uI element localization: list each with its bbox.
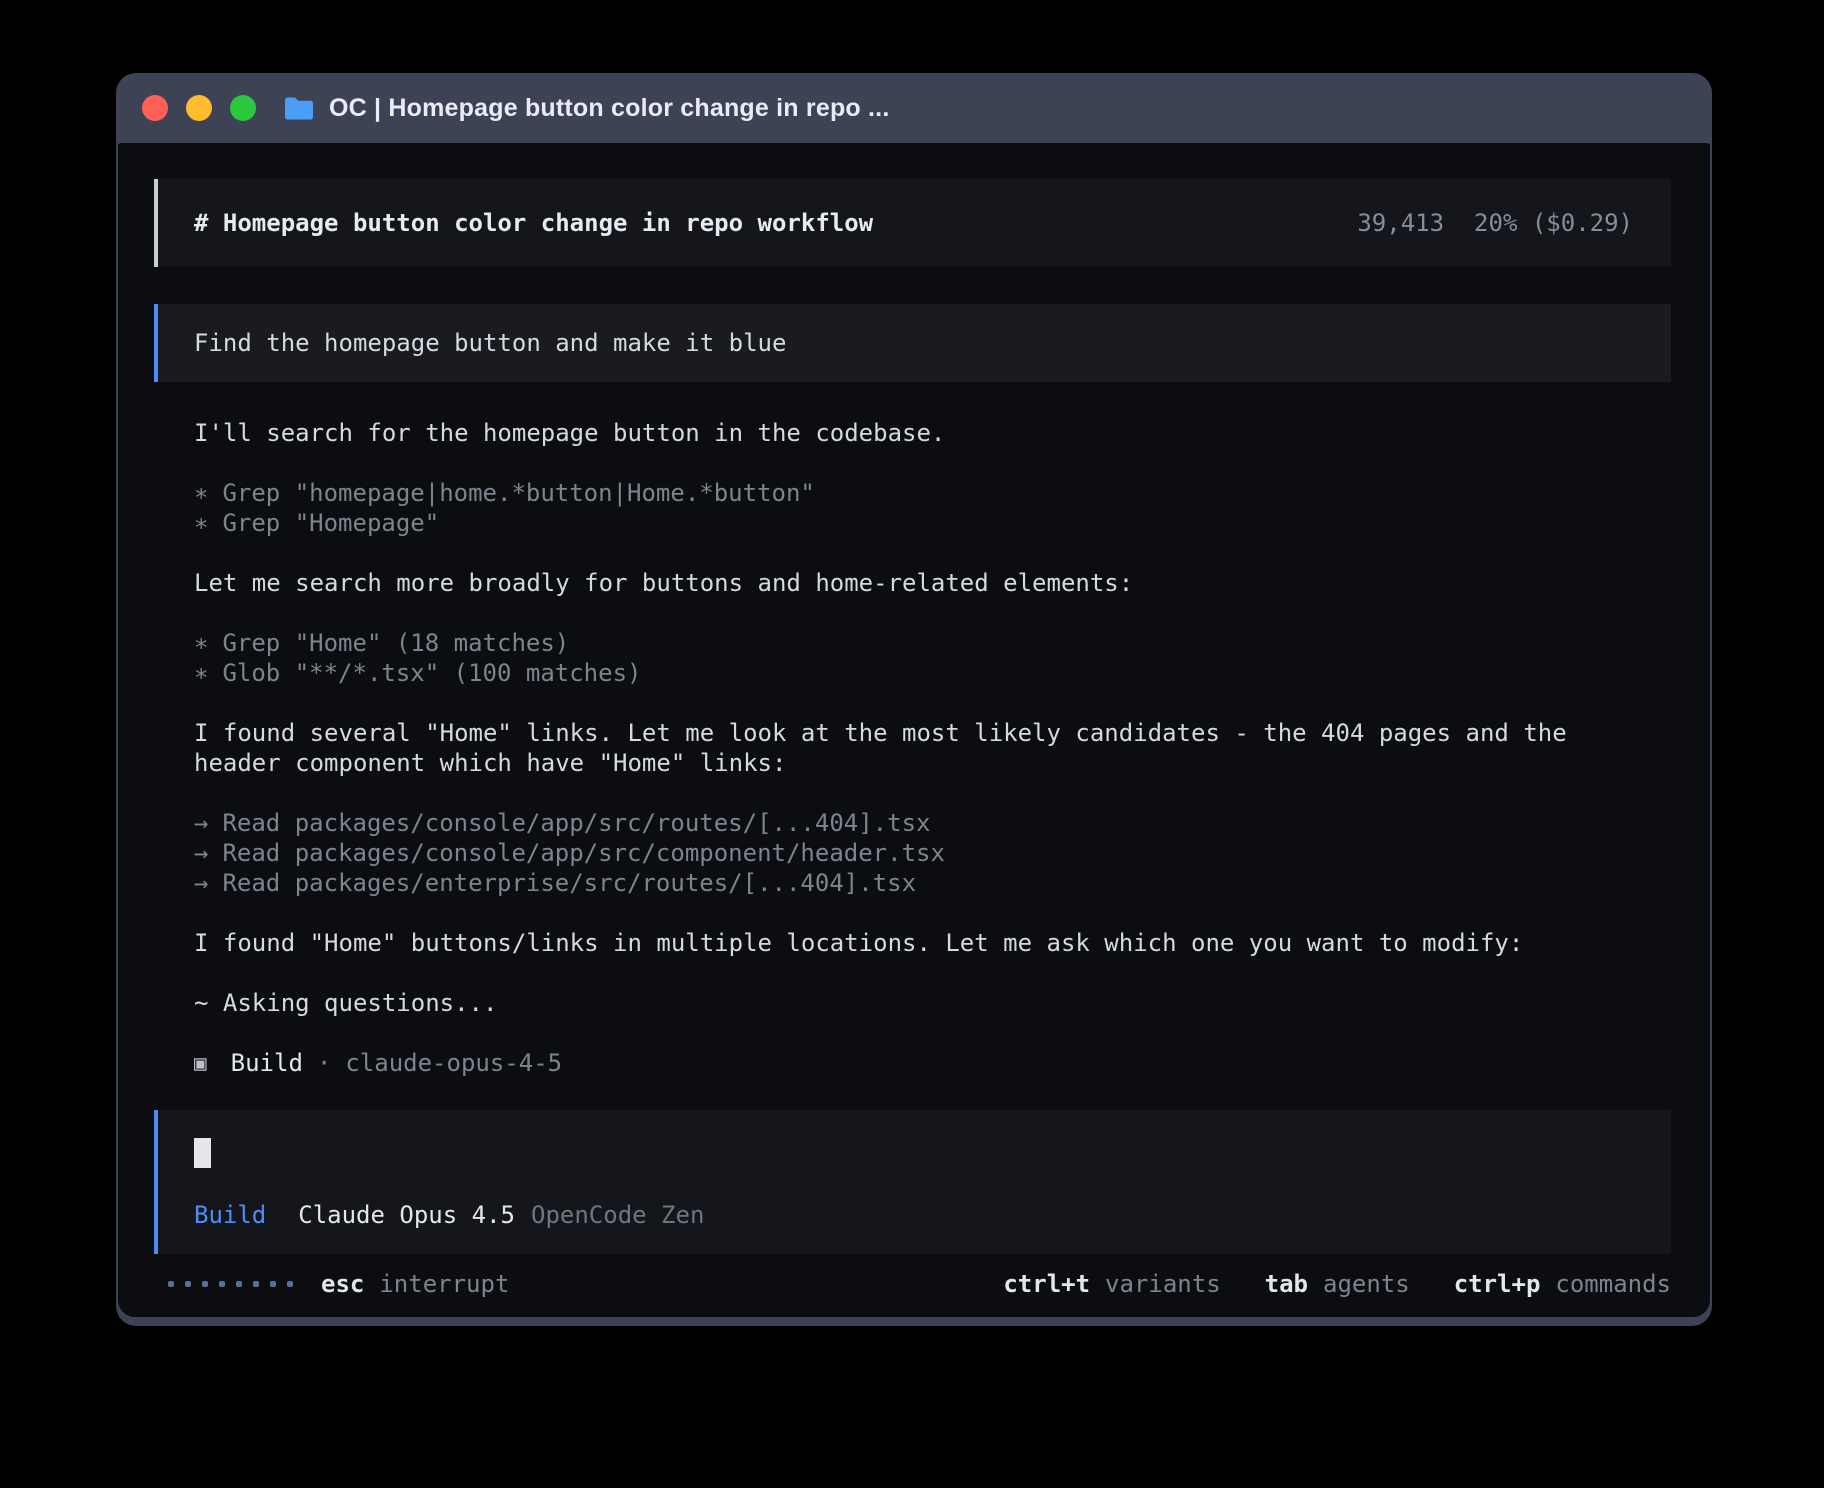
spinner-dot xyxy=(219,1281,225,1287)
tool-call-group: ∗ Grep "Home" (18 matches) ∗ Glob "**/*.ts… xyxy=(194,628,1611,688)
title-group: OC | Homepage button color change in rep… xyxy=(284,94,889,123)
tool-call: ∗ Grep "Home" (18 matches) xyxy=(194,628,1611,658)
assistant-text: Let me search more broadly for buttons a… xyxy=(194,568,1611,598)
tool-call: → Read packages/console/app/src/routes/[.… xyxy=(194,808,1611,838)
tool-call: ∗ Glob "**/*.tsx" (100 matches) xyxy=(194,658,1611,688)
shortcut-key: tab xyxy=(1265,1269,1308,1299)
conversation: I'll search for the homepage button in t… xyxy=(154,382,1671,1078)
shortcut-hints: ctrl+t variants tab agents ctrl+p comman… xyxy=(1003,1269,1671,1299)
prompt-input[interactable]: Build Claude Opus 4.5 OpenCode Zen xyxy=(154,1110,1671,1254)
spinner-dot xyxy=(287,1281,293,1287)
spinner-dot xyxy=(168,1281,174,1287)
spinner-dot xyxy=(202,1281,208,1287)
tool-call-text: Read packages/console/app/src/routes/[..… xyxy=(222,809,930,837)
tool-call: → Read packages/enterprise/src/routes/[..… xyxy=(194,868,1611,898)
interrupt-hint: esc interrupt xyxy=(321,1269,509,1299)
tool-bullet-icon: ∗ xyxy=(194,658,208,688)
agent-row: ▣ Build · claude-opus-4-5 xyxy=(194,1048,1611,1078)
esc-label: interrupt xyxy=(379,1269,509,1299)
text-cursor xyxy=(194,1138,211,1168)
spinner-dot xyxy=(185,1281,191,1287)
read-arrow-icon: → xyxy=(194,808,208,838)
tool-call-text: Grep "Home" (18 matches) xyxy=(222,629,569,657)
tool-call-text: Read packages/enterprise/src/routes/[...… xyxy=(222,869,916,897)
close-button[interactable] xyxy=(142,95,168,121)
shortcut-key: ctrl+t xyxy=(1003,1269,1090,1299)
read-arrow-icon: → xyxy=(194,838,208,868)
window-title: OC | Homepage button color change in rep… xyxy=(329,94,889,123)
tool-call-text: Glob "**/*.tsx" (100 matches) xyxy=(222,659,641,687)
tool-call-group: → Read packages/console/app/src/routes/[.… xyxy=(194,808,1611,898)
tool-call: ∗ Grep "homepage|home.*button|Home.*butto… xyxy=(194,478,1611,508)
model-label: Claude Opus 4.5 xyxy=(298,1200,515,1230)
terminal-window: OC | Homepage button color change in rep… xyxy=(116,73,1712,1326)
tool-bullet-icon: ∗ xyxy=(194,508,208,538)
user-message-text: Find the homepage button and make it blu… xyxy=(194,328,786,358)
agent-name: Build xyxy=(231,1048,303,1078)
assistant-text: I found "Home" buttons/links in multiple… xyxy=(194,928,1611,958)
user-message: Find the homepage button and make it blu… xyxy=(154,304,1671,382)
shortcut-variants: ctrl+t variants xyxy=(1003,1269,1220,1299)
shortcut-agents: tab agents xyxy=(1265,1269,1410,1299)
spinner-dot xyxy=(253,1281,259,1287)
shortcut-label: variants xyxy=(1105,1269,1221,1299)
agent-badge-icon: ▣ xyxy=(194,1048,207,1078)
context-cost: 20% ($0.29) xyxy=(1474,208,1633,238)
tool-call-group: ∗ Grep "homepage|home.*button|Home.*butto… xyxy=(194,478,1611,538)
traffic-lights xyxy=(142,95,256,121)
spinner-dot xyxy=(236,1281,242,1287)
shortcut-key: ctrl+p xyxy=(1454,1269,1541,1299)
esc-key: esc xyxy=(321,1269,364,1299)
agent-model: claude-opus-4-5 xyxy=(345,1048,562,1078)
shortcut-label: agents xyxy=(1323,1269,1410,1299)
provider-label: OpenCode Zen xyxy=(531,1200,704,1230)
input-meta: Build Claude Opus 4.5 OpenCode Zen xyxy=(194,1200,1635,1230)
tool-call-text: Grep "Homepage" xyxy=(222,509,439,537)
assistant-text: I'll search for the homepage button in t… xyxy=(194,418,1611,448)
progress-spinner xyxy=(168,1281,293,1287)
working-status: ~ Asking questions... xyxy=(194,988,1611,1018)
tool-call: → Read packages/console/app/src/component… xyxy=(194,838,1611,868)
status-bar: esc interrupt ctrl+t variants tab agents… xyxy=(154,1266,1671,1302)
minimize-button[interactable] xyxy=(186,95,212,121)
terminal-body: # Homepage button color change in repo w… xyxy=(118,143,1710,1317)
spinner-dot xyxy=(270,1281,276,1287)
tool-bullet-icon: ∗ xyxy=(194,628,208,658)
read-arrow-icon: → xyxy=(194,868,208,898)
folder-icon xyxy=(284,96,314,121)
session-header: # Homepage button color change in repo w… xyxy=(154,179,1671,267)
agent-mode-label: Build xyxy=(194,1200,266,1230)
session-stats: 39,413 20% ($0.29) xyxy=(1357,208,1633,238)
assistant-text: I found several "Home" links. Let me loo… xyxy=(194,718,1611,778)
token-count: 39,413 xyxy=(1357,208,1444,238)
agent-separator: · xyxy=(317,1048,331,1078)
tool-bullet-icon: ∗ xyxy=(194,478,208,508)
shortcut-commands: ctrl+p commands xyxy=(1454,1269,1671,1299)
titlebar[interactable]: OC | Homepage button color change in rep… xyxy=(116,73,1712,143)
tool-call-text: Grep "homepage|home.*button|Home.*button… xyxy=(222,479,814,507)
session-title: # Homepage button color change in repo w… xyxy=(194,208,873,238)
tool-call-text: Read packages/console/app/src/component/… xyxy=(222,839,944,867)
zoom-button[interactable] xyxy=(230,95,256,121)
shortcut-label: commands xyxy=(1555,1269,1671,1299)
tool-call: ∗ Grep "Homepage" xyxy=(194,508,1611,538)
